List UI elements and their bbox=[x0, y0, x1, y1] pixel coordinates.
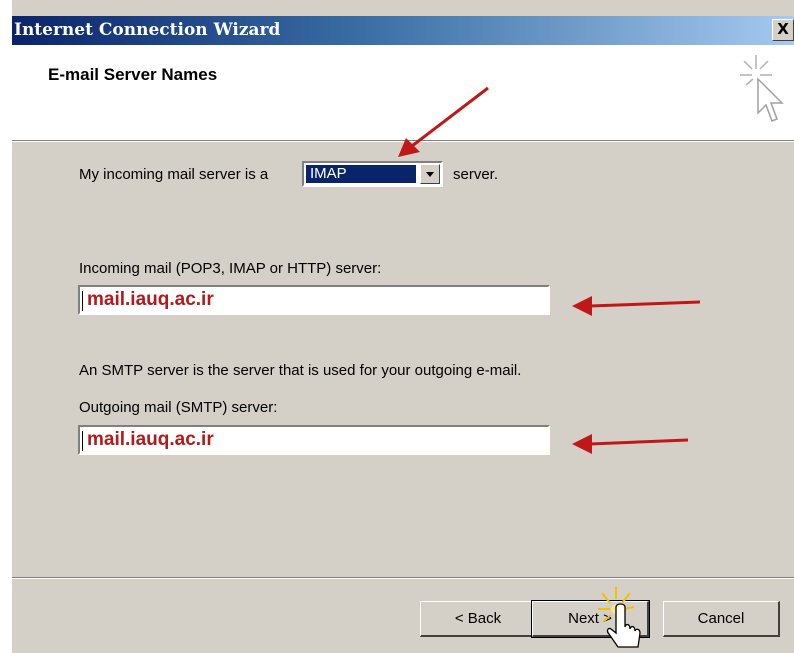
smtp-info-text: An SMTP server is the server that is use… bbox=[79, 362, 522, 379]
wizard-header: E-mail Server Names bbox=[12, 45, 794, 140]
outgoing-server-label: Outgoing mail (SMTP) server: bbox=[79, 399, 278, 416]
wizard-cursor-icon bbox=[740, 55, 784, 122]
back-button[interactable]: < Back bbox=[420, 601, 537, 637]
outgoing-server-input[interactable]: mail.iauq.ac.ir bbox=[78, 425, 550, 455]
incoming-type-prefix-label: My incoming mail server is a bbox=[79, 166, 269, 183]
background-edge bbox=[0, 0, 12, 653]
incoming-server-input[interactable]: mail.iauq.ac.ir bbox=[78, 285, 550, 315]
cancel-button[interactable]: Cancel bbox=[663, 601, 780, 637]
incoming-type-suffix-label: server. bbox=[453, 166, 499, 183]
header-divider bbox=[12, 140, 794, 142]
chevron-down-icon[interactable] bbox=[420, 164, 440, 184]
page-title: E-mail Server Names bbox=[48, 65, 218, 84]
footer-divider bbox=[12, 577, 794, 579]
incoming-server-label: Incoming mail (POP3, IMAP or HTTP) serve… bbox=[79, 260, 382, 277]
outgoing-server-value: mail.iauq.ac.ir bbox=[87, 429, 214, 450]
text-caret bbox=[82, 431, 83, 451]
title-bar[interactable]: Internet Connection Wizard X bbox=[12, 16, 794, 45]
incoming-server-value: mail.iauq.ac.ir bbox=[87, 289, 214, 310]
window-title: Internet Connection Wizard bbox=[14, 20, 281, 40]
server-type-select[interactable]: IMAP bbox=[302, 161, 443, 187]
close-button[interactable]: X bbox=[772, 19, 794, 41]
wizard-dialog: Internet Connection Wizard X E-mail Serv… bbox=[0, 0, 794, 653]
hand-cursor-icon bbox=[598, 587, 641, 648]
text-caret bbox=[82, 291, 83, 311]
server-type-value: IMAP bbox=[306, 165, 416, 183]
